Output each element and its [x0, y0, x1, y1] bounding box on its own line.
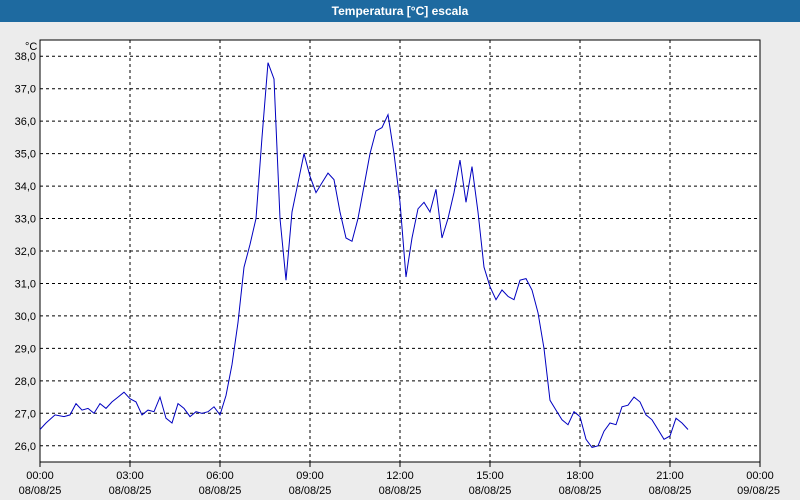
chart-title: Temperatura [°C] escala	[0, 0, 800, 22]
y-tick-label: 29,0	[15, 343, 36, 355]
y-tick-label: 27,0	[15, 408, 36, 420]
temperature-chart: 26,0 27,0 28,0 29,0 30,0 31,0 32,0 33,0 34,0 35,0…	[15, 39, 780, 497]
x-tick-time-label: 03:00	[116, 470, 144, 482]
x-tick-date-label: 08/08/25	[19, 485, 62, 497]
y-tick-label: 32,0	[15, 246, 36, 258]
y-tick-label: 35,0	[15, 149, 36, 161]
x-tick-date-label: 08/08/25	[109, 485, 152, 497]
x-tick-date-label: 08/08/25	[559, 485, 602, 497]
y-tick-label: 30,0	[15, 311, 36, 323]
x-tick-time-label: 06:00	[206, 470, 234, 482]
y-axis-unit-label: °C	[25, 41, 37, 53]
x-tick-date-label: 08/08/25	[379, 485, 422, 497]
x-tick-time-label: 00:00	[746, 470, 774, 482]
x-tick-date-label: 08/08/25	[199, 485, 242, 497]
y-tick-label: 36,0	[15, 116, 36, 128]
y-tick-label: 26,0	[15, 441, 36, 453]
y-tick-label: 33,0	[15, 214, 36, 226]
y-tick-label: 28,0	[15, 376, 36, 388]
x-axis-ticks: 00:00 08/08/25 03:00 08/08/25 06:00 08/08/25 0…	[19, 462, 780, 497]
x-tick-date-label: 08/08/25	[649, 485, 692, 497]
x-tick-time-label: 15:00	[476, 470, 504, 482]
y-tick-label: 37,0	[15, 84, 36, 96]
x-tick-time-label: 18:00	[566, 470, 594, 482]
y-tick-label: 31,0	[15, 278, 36, 290]
x-tick-date-label: 08/08/25	[469, 485, 512, 497]
x-tick-time-label: 12:00	[386, 470, 414, 482]
chart-panel: 26,0 27,0 28,0 29,0 30,0 31,0 32,0 33,0 34,0 35,0…	[0, 22, 800, 500]
x-tick-time-label: 21:00	[656, 470, 684, 482]
y-axis-ticks: 26,0 27,0 28,0 29,0 30,0 31,0 32,0 33,0 34,0 35,0…	[15, 51, 36, 453]
x-tick-date-label: 09/08/25	[737, 485, 780, 497]
x-tick-time-label: 09:00	[296, 470, 324, 482]
x-tick-time-label: 00:00	[26, 470, 54, 482]
y-tick-label: 38,0	[15, 51, 36, 63]
x-tick-date-label: 08/08/25	[289, 485, 332, 497]
y-tick-label: 34,0	[15, 181, 36, 193]
